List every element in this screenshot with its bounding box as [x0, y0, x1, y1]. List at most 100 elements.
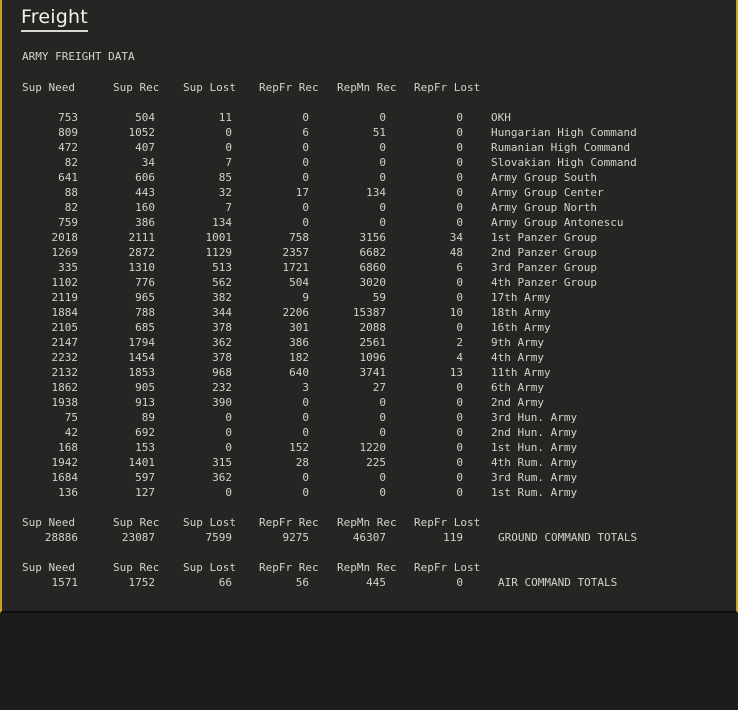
repfr-rec-cell: 9275 [282, 531, 310, 544]
repfr-rec-cell: 6 [302, 126, 309, 139]
col-sup-need-header: Sup Need [22, 516, 75, 529]
repfr-rec-cell: 0 [302, 156, 309, 169]
sup-rec-cell: 685 [135, 321, 155, 334]
sup-need-cell: 42 [64, 426, 78, 439]
sup-lost-cell: 968 [212, 366, 232, 379]
sup-lost-cell: 390 [212, 396, 232, 409]
sup-rec-cell: 407 [135, 141, 155, 154]
sup-need-cell: 28886 [44, 531, 78, 544]
sup-need-cell: 168 [58, 441, 78, 454]
sup-lost-cell: 32 [218, 186, 232, 199]
repfr-rec-cell: 1721 [282, 261, 310, 274]
repfr-lost-cell: 0 [456, 156, 463, 169]
repfr-rec-cell: 0 [302, 171, 309, 184]
sup-rec-cell: 606 [135, 171, 155, 184]
command-name-cell: Hungarian High Command [491, 126, 637, 139]
repfr-rec-cell: 758 [289, 231, 309, 244]
sup-rec-cell: 2872 [128, 246, 156, 259]
col-repfr-lost-header: RepFr Lost [414, 81, 481, 94]
sup-lost-cell: 382 [212, 291, 232, 304]
repfr-lost-cell: 0 [456, 576, 463, 589]
repfr-lost-cell: 0 [456, 426, 463, 439]
sup-need-cell: 88 [64, 186, 78, 199]
sup-rec-cell: 1052 [128, 126, 156, 139]
repmn-rec-cell: 46307 [352, 531, 386, 544]
sup-need-cell: 2132 [51, 366, 79, 379]
sup-lost-cell: 513 [212, 261, 232, 274]
repmn-rec-cell: 3741 [359, 366, 387, 379]
command-name-cell: 2nd Panzer Group [491, 246, 597, 259]
command-name-cell: 11th Army [491, 366, 551, 379]
repfr-rec-cell: 9 [302, 291, 309, 304]
command-name-cell: Army Group South [491, 171, 597, 184]
freight-window: Freight ARMY FREIGHT DATA Sup Need Sup R… [0, 0, 738, 613]
command-name-cell: Army Group North [491, 201, 597, 214]
sup-need-cell: 1684 [51, 471, 79, 484]
col-sup-lost-header: Sup Lost [183, 561, 236, 574]
sup-need-cell: 335 [58, 261, 78, 274]
repfr-rec-cell: 0 [302, 216, 309, 229]
repfr-lost-cell: 0 [456, 171, 463, 184]
repmn-rec-cell: 0 [379, 396, 386, 409]
sup-lost-cell: 378 [212, 321, 232, 334]
sup-need-cell: 136 [58, 486, 78, 499]
repfr-rec-cell: 0 [302, 411, 309, 424]
sup-rec-cell: 2111 [128, 231, 156, 244]
sup-rec-cell: 443 [135, 186, 155, 199]
sup-rec-cell: 160 [135, 201, 155, 214]
sup-rec-cell: 1794 [128, 336, 156, 349]
sup-need-cell: 759 [58, 216, 78, 229]
sup-need-cell: 1942 [51, 456, 79, 469]
sup-rec-cell: 965 [135, 291, 155, 304]
sup-rec-cell: 34 [141, 156, 155, 169]
sup-need-cell: 1884 [51, 306, 79, 319]
sup-lost-cell: 1001 [205, 231, 233, 244]
sup-rec-cell: 692 [135, 426, 155, 439]
col-repfr-rec-header: RepFr Rec [259, 561, 319, 574]
repmn-rec-cell: 0 [379, 411, 386, 424]
command-name-cell: Army Group Center [491, 186, 604, 199]
repfr-rec-cell: 0 [302, 426, 309, 439]
col-repmn-rec-header: RepMn Rec [337, 561, 397, 574]
sup-rec-cell: 23087 [121, 531, 155, 544]
repfr-lost-cell: 119 [443, 531, 463, 544]
col-sup-lost-header: Sup Lost [183, 516, 236, 529]
repfr-rec-cell: 0 [302, 201, 309, 214]
repfr-lost-cell: 0 [456, 186, 463, 199]
col-sup-need-header: Sup Need [22, 81, 75, 94]
repmn-rec-cell: 6860 [359, 261, 387, 274]
repfr-lost-cell: 0 [456, 471, 463, 484]
sup-rec-cell: 1752 [128, 576, 156, 589]
repfr-lost-cell: 6 [456, 261, 463, 274]
sup-lost-cell: 0 [225, 441, 232, 454]
sup-rec-cell: 386 [135, 216, 155, 229]
repfr-rec-cell: 3 [302, 381, 309, 394]
repfr-lost-cell: 0 [456, 141, 463, 154]
repfr-rec-cell: 28 [295, 456, 309, 469]
command-name-cell: 16th Army [491, 321, 551, 334]
sup-lost-cell: 11 [218, 111, 232, 124]
command-name-cell: 3rd Panzer Group [491, 261, 597, 274]
sup-need-cell: 2147 [51, 336, 79, 349]
sup-lost-cell: 232 [212, 381, 232, 394]
repmn-rec-cell: 15387 [352, 306, 386, 319]
air-totals-header: Sup Need Sup Rec Sup Lost RepFr Rec RepM… [2, 560, 480, 575]
sup-rec-cell: 1310 [128, 261, 156, 274]
col-repmn-rec-header: RepMn Rec [337, 81, 397, 94]
sup-rec-cell: 1454 [128, 351, 156, 364]
sup-rec-cell: 127 [135, 486, 155, 499]
sup-lost-cell: 85 [218, 171, 232, 184]
repfr-lost-cell: 4 [456, 351, 463, 364]
sup-lost-cell: 0 [225, 426, 232, 439]
repmn-rec-cell: 3020 [359, 276, 387, 289]
col-repfr-rec-header: RepFr Rec [259, 81, 319, 94]
col-repfr-lost-header: RepFr Lost [414, 516, 481, 529]
repmn-rec-cell: 1096 [359, 351, 387, 364]
sup-lost-cell: 134 [212, 216, 232, 229]
command-name-cell: 4th Rum. Army [491, 456, 578, 469]
repmn-rec-cell: 0 [379, 471, 386, 484]
repfr-rec-cell: 0 [302, 486, 309, 499]
repfr-rec-cell: 0 [302, 396, 309, 409]
command-name-cell: Slovakian High Command [491, 156, 637, 169]
repfr-lost-cell: 34 [449, 231, 463, 244]
